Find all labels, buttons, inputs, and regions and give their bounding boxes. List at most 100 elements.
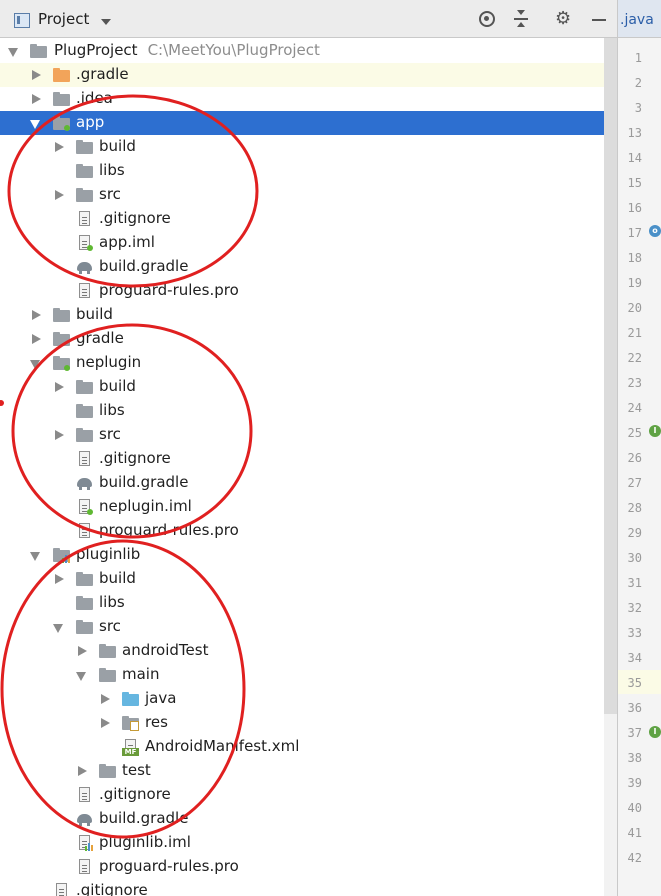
folder-icon bbox=[76, 571, 94, 587]
editor-tab[interactable]: .java bbox=[618, 0, 661, 38]
project-view-icon bbox=[14, 13, 30, 28]
tree-node[interactable]: .gradle bbox=[0, 63, 604, 87]
collapsed-arrow-icon[interactable] bbox=[101, 718, 110, 728]
tree-node[interactable]: res bbox=[0, 711, 604, 735]
tree-node[interactable]: pluginlib.iml bbox=[0, 831, 604, 855]
tree-node[interactable]: build bbox=[0, 567, 604, 591]
node-label: app.iml bbox=[99, 233, 155, 251]
node-label: test bbox=[122, 761, 151, 779]
gradle-elephant-icon bbox=[76, 475, 94, 491]
line-number: 2 bbox=[634, 76, 642, 90]
tree-node[interactable]: .idea bbox=[0, 87, 604, 111]
expand-arrow-icon[interactable] bbox=[76, 672, 86, 681]
tree-node[interactable]: MF AndroidManifest.xml bbox=[0, 735, 604, 759]
node-label: build.gradle bbox=[99, 257, 189, 275]
tree-node[interactable]: build.gradle bbox=[0, 471, 604, 495]
tree-node[interactable]: build bbox=[0, 303, 604, 327]
tree-node[interactable]: gradle bbox=[0, 327, 604, 351]
node-label: main bbox=[122, 665, 160, 683]
collapsed-arrow-icon[interactable] bbox=[55, 430, 64, 440]
tree-node[interactable]: build bbox=[0, 135, 604, 159]
tree-node[interactable]: proguard-rules.pro bbox=[0, 855, 604, 879]
tree-node[interactable]: libs bbox=[0, 591, 604, 615]
tree-node[interactable]: java bbox=[0, 687, 604, 711]
manifest-file-icon: MF bbox=[122, 739, 140, 756]
text-file-icon bbox=[76, 211, 94, 227]
collapsed-arrow-icon[interactable] bbox=[32, 70, 41, 80]
tree-node[interactable]: proguard-rules.pro bbox=[0, 279, 604, 303]
node-label: build.gradle bbox=[99, 473, 189, 491]
collapsed-arrow-icon[interactable] bbox=[78, 766, 87, 776]
node-label: AndroidManifest.xml bbox=[145, 737, 300, 755]
folder-icon bbox=[53, 307, 71, 323]
collapse-all-icon[interactable] bbox=[511, 10, 529, 28]
project-tree: PlugProject C:\MeetYou\PlugProject .gradl… bbox=[0, 38, 604, 896]
tree-node[interactable]: libs bbox=[0, 399, 604, 423]
collapsed-arrow-icon[interactable] bbox=[55, 142, 64, 152]
expand-arrow-icon[interactable] bbox=[8, 48, 18, 57]
line-number: 16 bbox=[627, 201, 642, 215]
collapsed-arrow-icon[interactable] bbox=[101, 694, 110, 704]
text-file-icon bbox=[76, 859, 94, 875]
gear-icon[interactable]: ⚙ bbox=[555, 10, 573, 28]
tree-node[interactable]: main bbox=[0, 663, 604, 687]
gradle-elephant-icon bbox=[76, 259, 94, 275]
expand-arrow-icon[interactable] bbox=[30, 120, 40, 129]
tree-node[interactable]: pluginlib bbox=[0, 543, 604, 567]
tree-node[interactable]: build.gradle bbox=[0, 255, 604, 279]
tree-node[interactable]: build.gradle bbox=[0, 807, 604, 831]
collapsed-arrow-icon[interactable] bbox=[32, 334, 41, 344]
collapsed-arrow-icon[interactable] bbox=[55, 382, 64, 392]
collapsed-arrow-icon[interactable] bbox=[55, 574, 64, 584]
expand-arrow-icon[interactable] bbox=[30, 360, 40, 369]
tree-node[interactable]: .gitignore bbox=[0, 879, 604, 896]
tree-node[interactable]: .gitignore bbox=[0, 447, 604, 471]
node-label: src bbox=[99, 425, 121, 443]
line-number: 25 bbox=[627, 426, 642, 440]
line-number: 1 bbox=[634, 51, 642, 65]
panel-title[interactable]: Project bbox=[38, 10, 89, 28]
tree-node[interactable]: build bbox=[0, 375, 604, 399]
tree-node[interactable]: neplugin bbox=[0, 351, 604, 375]
expand-arrow-icon[interactable] bbox=[53, 624, 63, 633]
tree-node[interactable]: app.iml bbox=[0, 231, 604, 255]
expand-arrow-icon[interactable] bbox=[30, 552, 40, 561]
node-label: .gitignore bbox=[99, 209, 171, 227]
resource-folder-icon bbox=[122, 715, 140, 731]
source-folder-icon bbox=[122, 691, 140, 707]
tree-node[interactable]: proguard-rules.pro bbox=[0, 519, 604, 543]
collapsed-arrow-icon[interactable] bbox=[55, 190, 64, 200]
tree-node[interactable]: src bbox=[0, 183, 604, 207]
implements-marker-icon[interactable]: I bbox=[649, 425, 661, 437]
collapsed-arrow-icon[interactable] bbox=[32, 94, 41, 104]
tree-node[interactable]: androidTest bbox=[0, 639, 604, 663]
locate-file-icon[interactable] bbox=[478, 10, 496, 28]
collapsed-arrow-icon[interactable] bbox=[32, 310, 41, 320]
tree-node[interactable]: .gitignore bbox=[0, 207, 604, 231]
line-number: 34 bbox=[627, 651, 642, 665]
scrollbar-track[interactable] bbox=[604, 714, 617, 896]
override-marker-icon[interactable]: o bbox=[649, 225, 661, 237]
tree-node[interactable]: test bbox=[0, 759, 604, 783]
tree-node[interactable]: neplugin.iml bbox=[0, 495, 604, 519]
line-number: 15 bbox=[627, 176, 642, 190]
tree-node[interactable]: src bbox=[0, 423, 604, 447]
collapsed-arrow-icon[interactable] bbox=[78, 646, 87, 656]
tree-node-selected[interactable]: app bbox=[0, 111, 604, 135]
editor-tab-label[interactable]: .java bbox=[620, 12, 654, 28]
tree-node[interactable]: libs bbox=[0, 159, 604, 183]
implements-marker-icon[interactable]: I bbox=[649, 726, 661, 738]
node-label: java bbox=[145, 689, 177, 707]
tree-node[interactable]: .gitignore bbox=[0, 783, 604, 807]
scrollbar-thumb[interactable] bbox=[604, 38, 617, 714]
view-dropdown-icon[interactable] bbox=[101, 19, 111, 25]
node-label: proguard-rules.pro bbox=[99, 281, 239, 299]
node-label: build bbox=[99, 377, 136, 395]
tree-node[interactable]: src bbox=[0, 615, 604, 639]
iml-file-icon bbox=[76, 235, 94, 251]
line-number: 17 bbox=[627, 226, 642, 240]
minimize-icon[interactable] bbox=[590, 10, 608, 28]
line-number: 38 bbox=[627, 751, 642, 765]
tree-node-root[interactable]: PlugProject C:\MeetYou\PlugProject bbox=[0, 39, 604, 63]
text-file-icon bbox=[76, 283, 94, 299]
